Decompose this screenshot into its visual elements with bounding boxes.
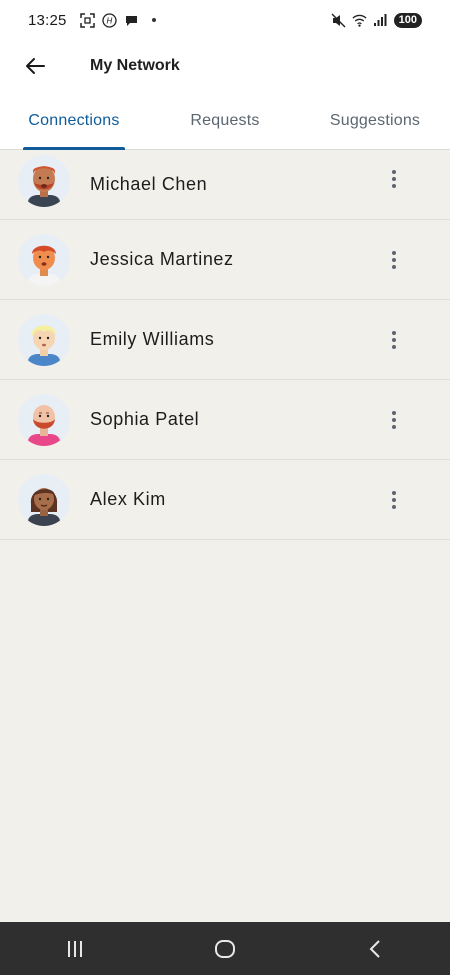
app-bar: My Network xyxy=(0,40,450,92)
signal-icon xyxy=(373,13,388,28)
home-icon xyxy=(215,939,235,958)
svg-text:H: H xyxy=(106,16,112,25)
status-bar: 13:25 H 100 xyxy=(0,0,450,40)
back-icon xyxy=(369,939,380,958)
system-nav-bar xyxy=(0,922,450,975)
avatar xyxy=(18,233,70,286)
connection-name: Sophia Patel xyxy=(90,409,200,429)
avatar xyxy=(18,473,70,526)
tab-bar: Connections Requests Suggestions xyxy=(0,92,450,150)
notification-dot xyxy=(151,18,156,22)
back-button[interactable] xyxy=(15,46,55,86)
status-time: 13:25 xyxy=(28,11,67,29)
avatar xyxy=(18,393,70,446)
recent-apps-button[interactable] xyxy=(45,929,105,969)
wifi-icon xyxy=(352,13,367,28)
tab-requests[interactable]: Requests xyxy=(175,92,275,150)
connections-list: Michael Chen Jessica Martinez Emily Will… xyxy=(0,150,450,540)
chat-bubble-icon xyxy=(124,13,139,28)
list-item[interactable]: Alex Kim xyxy=(0,460,450,540)
mute-icon xyxy=(331,13,346,28)
list-item[interactable]: Emily Williams xyxy=(0,300,450,380)
arrow-left-icon xyxy=(26,58,45,74)
more-options-icon[interactable] xyxy=(382,408,406,432)
connection-name: Jessica Martinez xyxy=(90,249,234,269)
connection-name: Emily Williams xyxy=(90,329,215,349)
avatar xyxy=(18,313,70,366)
tab-connections[interactable]: Connections xyxy=(18,92,130,150)
more-options-icon[interactable] xyxy=(382,328,406,352)
nav-back-button[interactable] xyxy=(345,929,405,969)
avatar xyxy=(18,154,70,207)
recent-apps-icon xyxy=(68,940,82,957)
list-item[interactable]: Jessica Martinez xyxy=(0,220,450,300)
more-options-icon[interactable] xyxy=(382,488,406,512)
screenshot-icon xyxy=(79,12,95,28)
list-item[interactable]: Sophia Patel xyxy=(0,380,450,460)
home-button[interactable] xyxy=(195,929,255,969)
more-options-icon[interactable] xyxy=(382,167,406,191)
h-badge-icon: H xyxy=(101,12,117,28)
page-title: My Network xyxy=(90,57,180,74)
connection-name: Alex Kim xyxy=(90,489,166,509)
connection-name: Michael Chen xyxy=(90,174,208,194)
more-options-icon[interactable] xyxy=(382,248,406,272)
list-item[interactable]: Michael Chen xyxy=(0,150,450,220)
tab-suggestions[interactable]: Suggestions xyxy=(318,92,432,150)
battery-icon: 100 xyxy=(393,12,422,28)
